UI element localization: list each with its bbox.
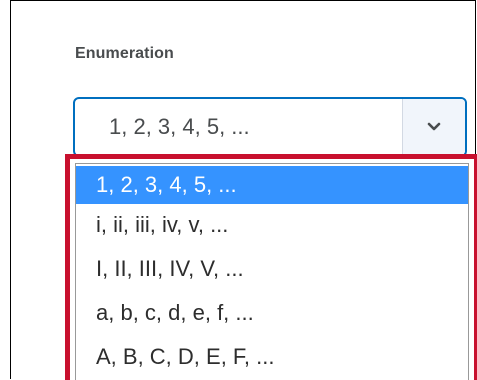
enumeration-label: Enumeration xyxy=(75,45,174,62)
option-uppercase-roman[interactable]: I, II, III, IV, V, ... xyxy=(76,250,468,288)
enumeration-panel: Enumeration 1, 2, 3, 4, 5, ... 1, 2, 3, … xyxy=(10,0,477,380)
option-uppercase-letters[interactable]: A, B, C, D, E, F, ... xyxy=(76,338,468,376)
enumeration-select[interactable]: 1, 2, 3, 4, 5, ... xyxy=(73,97,467,157)
chevron-down-icon xyxy=(427,122,441,131)
enumeration-dropdown-list: 1, 2, 3, 4, 5, ... i, ii, iii, iv, v, ..… xyxy=(75,163,469,380)
option-lowercase-roman[interactable]: i, ii, iii, iv, v, ... xyxy=(76,206,468,244)
enumeration-select-toggle[interactable] xyxy=(402,99,465,155)
enumeration-select-value: 1, 2, 3, 4, 5, ... xyxy=(109,114,250,139)
option-arabic-numerals[interactable]: 1, 2, 3, 4, 5, ... xyxy=(76,166,468,204)
option-lowercase-letters[interactable]: a, b, c, d, e, f, ... xyxy=(76,294,468,332)
